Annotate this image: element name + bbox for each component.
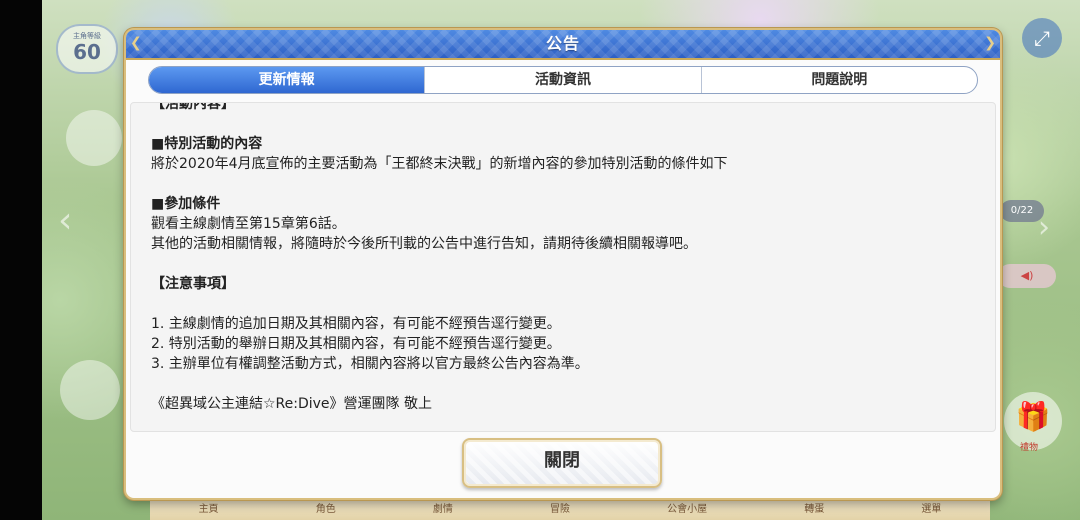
- screen-edge: [0, 0, 42, 520]
- expand-icon: ⤢: [1022, 18, 1062, 58]
- announcement-text: 【活動內容】 ■特別活動的內容 將於2020年4月底宣佈的主要活動為「王都終末決…: [151, 102, 971, 414]
- signature: 《超異域公主連結☆Re:Dive》營運團隊 敬上: [151, 396, 432, 412]
- tab-update-info[interactable]: 更新情報: [149, 67, 425, 93]
- announcement-content[interactable]: 【活動內容】 ■特別活動的內容 將於2020年4月底宣佈的主要活動為「王都終末決…: [130, 102, 996, 432]
- player-level-badge: 主角等級 60: [56, 24, 118, 74]
- nav-item-story: 劇情: [432, 503, 453, 515]
- notes-heading: 【注意事項】: [151, 276, 235, 292]
- nav-item-home: 主頁: [198, 503, 219, 515]
- announcement-dialog: ❮ 公告 ❯ 更新情報 活動資訊 問題說明 【活動內容】 ■特別活動的內容 將於…: [124, 28, 1002, 500]
- section-text: 將於2020年4月底宣佈的主要活動為「王都終末決戰」的新增內容的參加特別活動的條…: [151, 156, 728, 172]
- tab-bar: 更新情報 活動資訊 問題說明: [148, 66, 978, 94]
- tab-event-info[interactable]: 活動資訊: [424, 67, 700, 93]
- section-heading: ■特別活動的內容: [151, 136, 263, 152]
- section-heading: ■參加條件: [151, 196, 221, 212]
- nav-item-menu: 選單: [921, 503, 942, 515]
- nav-item-guild: 公會小屋: [667, 503, 708, 515]
- sound-icon: ◀): [998, 264, 1056, 288]
- dialog-header: ❮ 公告 ❯: [126, 30, 1000, 60]
- page-counter: 0/22: [1000, 200, 1044, 222]
- nav-item-quest: 冒險: [549, 503, 570, 515]
- note-item: 2. 特別活動的舉辦日期及其相關內容，有可能不經預告逕行變更。: [151, 336, 561, 352]
- close-button[interactable]: 關閉: [462, 438, 662, 488]
- gift-label: 禮物: [1020, 443, 1039, 453]
- dialog-title: 公告: [545, 34, 580, 53]
- note-item: 1. 主線劇情的追加日期及其相關內容，有可能不經預告逕行變更。: [151, 316, 561, 332]
- corner-ornament-icon: ❯: [984, 35, 996, 51]
- partial-heading: 【活動內容】: [151, 102, 235, 112]
- player-level-value: 60: [73, 40, 101, 64]
- note-item: 3. 主辦單位有權調整活動方式，相關內容將以官方最終公告內容為準。: [151, 356, 589, 372]
- chevron-left-icon: ‹: [58, 200, 73, 241]
- tab-faq[interactable]: 問題說明: [700, 67, 977, 93]
- nav-item-characters: 角色: [315, 503, 336, 515]
- event-banner: [60, 360, 120, 420]
- section-text: 其他的活動相關情報，將隨時於今後所刊載的公告中進行告知，請期待後續相關報導吧。: [151, 236, 697, 252]
- section-text: 觀看主線劇情至第15章第6話。: [151, 216, 346, 232]
- nav-item-gacha: 轉蛋: [804, 503, 825, 515]
- character-portrait: [66, 110, 122, 166]
